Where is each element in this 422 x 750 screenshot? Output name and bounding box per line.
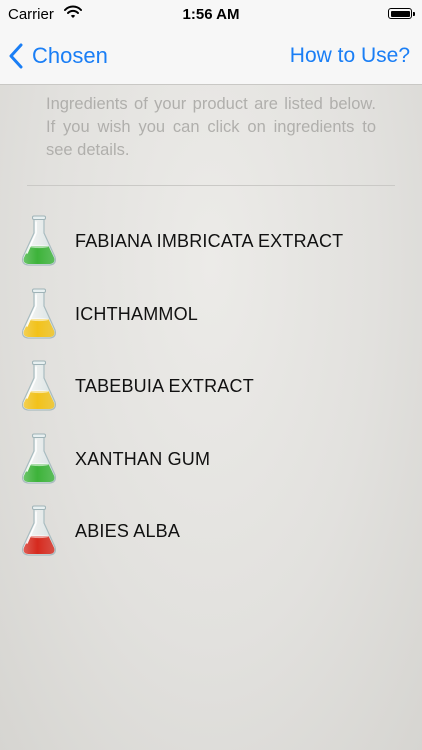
back-button-label: Chosen bbox=[32, 43, 108, 68]
ingredient-name: XANTHAN GUM bbox=[75, 448, 211, 469]
ingredient-item[interactable]: FABIANA IMBRICATA EXTRACT bbox=[0, 205, 422, 278]
ingredient-name: ICHTHAMMOL bbox=[75, 303, 198, 324]
ingredient-item[interactable]: XANTHAN GUM bbox=[0, 423, 422, 496]
ingredient-item[interactable]: TABEBUIA EXTRACT bbox=[0, 350, 422, 423]
divider bbox=[27, 185, 395, 186]
flask-icon bbox=[21, 433, 57, 484]
back-button[interactable]: Chosen bbox=[8, 40, 108, 72]
status-time: 1:56 AM bbox=[182, 6, 240, 23]
flask-icon bbox=[21, 360, 57, 411]
screen: Carrier 1:56 AM Chosen How to Use? Ingre… bbox=[0, 0, 422, 750]
ingredient-item[interactable]: ICHTHAMMOL bbox=[0, 278, 422, 351]
chevron-left-icon bbox=[9, 43, 23, 69]
intro-text: Ingredients of your product are listed b… bbox=[46, 95, 376, 159]
ingredient-list: FABIANA IMBRICATA EXTRACT ICHTHAMMOL TABEB… bbox=[0, 205, 422, 568]
battery-icon bbox=[388, 8, 415, 19]
status-bar: Carrier 1:56 AM bbox=[0, 0, 422, 30]
how-to-use-button[interactable]: How to Use? bbox=[290, 40, 410, 72]
navigation-bar: Chosen How to Use? bbox=[0, 30, 422, 85]
flask-icon bbox=[21, 288, 57, 339]
ingredient-item[interactable]: ABIES ALBA bbox=[0, 495, 422, 568]
flask-icon bbox=[21, 505, 57, 556]
ingredient-name: FABIANA IMBRICATA EXTRACT bbox=[75, 231, 344, 251]
ingredient-name: TABEBUIA EXTRACT bbox=[75, 376, 254, 396]
ingredient-name: ABIES ALBA bbox=[75, 521, 181, 541]
flask-icon bbox=[21, 215, 57, 266]
